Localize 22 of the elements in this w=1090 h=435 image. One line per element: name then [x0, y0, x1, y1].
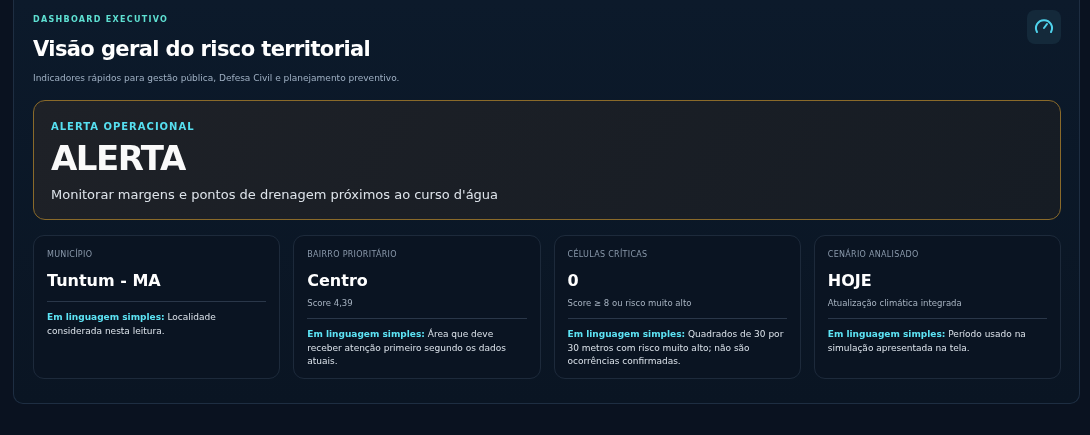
indicator-label: BAIRRO PRIORITÁRIO: [307, 249, 398, 262]
page-title: Visão geral do risco territorial: [33, 36, 372, 63]
alert-level: ALERTA: [51, 138, 187, 179]
indicator-value: 0: [567, 270, 580, 293]
alert-label: ALERTA OPERACIONAL: [51, 120, 196, 134]
alert-message: Monitorar margens e pontos de drenagem próximos ao curso d'água: [51, 185, 500, 204]
indicator-value: HOJE: [827, 270, 873, 293]
page-subtitle: Indicadores rápidos para gestão pública, Defesa Civil e planejamento preventivo.: [33, 71, 400, 85]
indicator-value: Tuntum - MA: [47, 270, 162, 293]
indicator-note: Em linguagem simples: Período usado na simulação apresentada na tela.: [827, 328, 1027, 355]
indicator-note: Em linguagem simples: Quadrados de 30 por 30 metros com risco muito alto; não são ocorrências confirmadas.: [567, 328, 785, 369]
indicator-value: Centro: [307, 270, 369, 293]
indicator-label: CENÁRIO ANALISADO: [827, 249, 920, 262]
indicator-note: Em linguagem simples: Localidade considerada nesta leitura.: [47, 311, 217, 338]
gauge-icon[interactable]: [1027, 10, 1061, 44]
indicator-note: Em linguagem simples: Área que deve receber atenção primeiro segundo os dados atuais.: [307, 328, 507, 369]
indicator-detail: Score 4,39: [307, 297, 354, 311]
indicator-label: MUNICÍPIO: [47, 249, 94, 262]
section-eyebrow: DASHBOARD EXECUTIVO: [33, 14, 170, 26]
indicator-label: CÉLULAS CRÍTICAS: [567, 249, 649, 262]
indicator-detail: Score ≥ 8 ou risco muito alto: [567, 297, 693, 311]
indicator-detail: Atualização climática integrada: [827, 297, 963, 311]
